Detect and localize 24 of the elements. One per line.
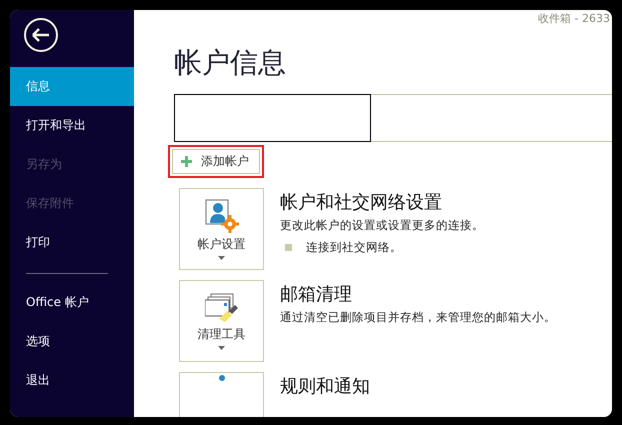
bullet-icon (285, 244, 292, 251)
envelope-brush-icon (204, 292, 238, 322)
sidebar-item[interactable]: 选项 (10, 322, 134, 361)
caret-icon (218, 256, 225, 260)
caret-icon (218, 346, 225, 350)
add-account-button[interactable]: 添加帐户 (172, 149, 260, 174)
section-title: 规则和通知 (280, 375, 370, 398)
sidebar-item[interactable]: 打开和导出 (10, 106, 134, 145)
account-dropdown[interactable] (174, 94, 371, 142)
tool-button[interactable]: 清理工具 (179, 280, 264, 362)
section-title: 帐户和社交网络设置 (280, 191, 443, 214)
section-description: 更改此帐户的设置或设置更多的连接。 (280, 218, 484, 233)
section-title: 邮箱清理 (280, 283, 353, 306)
tool-button[interactable]: 帐户设置 (179, 188, 264, 270)
window-title: 收件箱 - 2633 (537, 11, 610, 26)
sidebar-item[interactable]: 退出 (10, 361, 134, 400)
plus-icon (181, 156, 192, 167)
sidebar-item[interactable]: Office 帐户 (10, 283, 134, 322)
page-title: 帐户信息 (174, 45, 287, 81)
bullet-text: 连接到社交网络。 (306, 240, 402, 255)
sidebar-item[interactable]: 打印 (10, 223, 134, 262)
circle-icon (218, 375, 224, 381)
section-description: 通过清空已删除项目并存档，来管理您的邮箱大小。 (280, 310, 556, 325)
person-gear-icon (204, 198, 238, 232)
